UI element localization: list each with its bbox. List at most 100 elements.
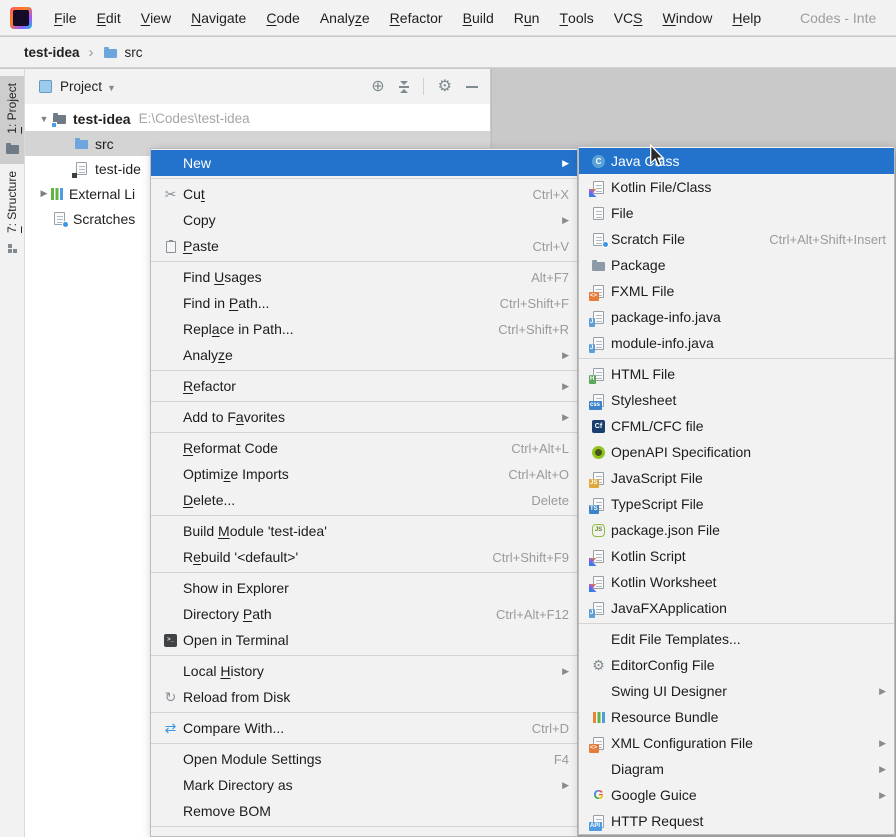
chevron-down-icon[interactable]: ▼ — [107, 83, 116, 93]
menubar-help[interactable]: Help — [722, 0, 771, 36]
menu-item-resource-bundle[interactable]: Resource Bundle — [579, 704, 894, 730]
menu-item-http-request[interactable]: APIHTTP Request — [579, 808, 894, 834]
menu-item-javascript-file[interactable]: JSJavaScript File — [579, 465, 894, 491]
menu-item-label: Open Module Settings — [183, 751, 322, 767]
menu-item-kotlin-script[interactable]: Kotlin Script — [579, 543, 894, 569]
menu-item-new[interactable]: New▶ — [151, 150, 577, 176]
menubar-view[interactable]: View — [131, 0, 181, 36]
menu-item-shortcut: Ctrl+V — [515, 239, 569, 254]
menu-item-label: Reformat Code — [183, 440, 278, 456]
menu-item-cfml-cfc-file[interactable]: CfCFML/CFC file — [579, 413, 894, 439]
hide-panel-icon[interactable] — [466, 86, 478, 88]
collapsed-arrow-icon[interactable]: ▶ — [37, 188, 51, 199]
menu-item-kotlin-worksheet[interactable]: Kotlin Worksheet — [579, 569, 894, 595]
menu-item-refactor[interactable]: Refactor▶ — [151, 373, 577, 399]
locate-icon[interactable]: ⊕ — [371, 79, 384, 95]
menu-item-label: Refactor — [183, 378, 236, 394]
menubar-edit[interactable]: Edit — [87, 0, 131, 36]
menu-item-label: Find in Path... — [183, 295, 269, 311]
menu-item-xml-configuration-file[interactable]: <>XML Configuration File▶ — [579, 730, 894, 756]
menu-item-java-class[interactable]: CJava Class — [579, 148, 894, 174]
tree-item-label: test-ide — [95, 161, 141, 177]
menu-item-module-info-java[interactable]: Jmodule-info.java — [579, 330, 894, 356]
tool-window-button-1-project[interactable]: 1: Project — [0, 76, 24, 164]
menubar-refactor[interactable]: Refactor — [380, 0, 453, 36]
menu-item-openapi-specification[interactable]: OpenAPI Specification — [579, 439, 894, 465]
menu-item-stylesheet[interactable]: cssStylesheet — [579, 387, 894, 413]
menu-item-build-module-test-idea[interactable]: Build Module 'test-idea' — [151, 518, 577, 544]
tree-item-test-idea[interactable]: ▼test-ideaE:\Codes\test-idea — [25, 106, 490, 131]
menu-item-label: JavaFXApplication — [611, 600, 727, 616]
menu-item-package-info-java[interactable]: Jpackage-info.java — [579, 304, 894, 330]
menu-item-google-guice[interactable]: GGoogle Guice▶ — [579, 782, 894, 808]
menu-item-package-json-file[interactable]: JSpackage.json File — [579, 517, 894, 543]
menu-item-swing-ui-designer[interactable]: Swing UI Designer▶ — [579, 678, 894, 704]
menu-item-label: Directory Path — [183, 606, 272, 622]
menu-item-compare-with[interactable]: ⇄Compare With...Ctrl+D — [151, 715, 577, 741]
menu-item-find-usages[interactable]: Find UsagesAlt+F7 — [151, 264, 577, 290]
menu-item-javafxapplication[interactable]: JJavaFXApplication — [579, 595, 894, 621]
mouse-cursor — [648, 144, 666, 168]
menu-item-create-gist[interactable]: Create Gist... — [151, 829, 577, 837]
menu-item-fxml-file[interactable]: <>FXML File — [579, 278, 894, 304]
menu-separator — [579, 623, 894, 624]
menu-item-directory-path[interactable]: Directory Path Ctrl+Alt+F12 — [151, 601, 577, 627]
menu-item-diagram[interactable]: Diagram▶ — [579, 756, 894, 782]
menu-item-shortcut: Ctrl+Alt+F12 — [478, 607, 569, 622]
gear-icon[interactable]: ⚙ — [438, 79, 452, 95]
menu-item-analyze[interactable]: Analyze▶ — [151, 342, 577, 368]
menu-item-package[interactable]: Package — [579, 252, 894, 278]
menu-item-scratch-file[interactable]: Scratch FileCtrl+Alt+Shift+Insert — [579, 226, 894, 252]
menubar-vcs[interactable]: VCS — [604, 0, 653, 36]
menu-item-open-in-terminal[interactable]: >_Open in Terminal — [151, 627, 577, 653]
menu-item-mark-directory-as[interactable]: Mark Directory as▶ — [151, 772, 577, 798]
menu-item-cut[interactable]: ✂CutCtrl+X — [151, 181, 577, 207]
menu-item-file[interactable]: File — [579, 200, 894, 226]
collapse-all-icon[interactable] — [399, 81, 409, 93]
submenu-arrow-icon: ▶ — [550, 215, 569, 226]
breadcrumb-item-src[interactable]: src — [125, 45, 143, 60]
menubar-window[interactable]: Window — [653, 0, 723, 36]
menu-item-copy[interactable]: Copy▶ — [151, 207, 577, 233]
menu-item-reformat-code[interactable]: Reformat CodeCtrl+Alt+L — [151, 435, 577, 461]
expanded-arrow-icon[interactable]: ▼ — [37, 114, 51, 124]
menu-item-paste[interactable]: PasteCtrl+V — [151, 233, 577, 259]
menu-item-html-file[interactable]: HHTML File — [579, 361, 894, 387]
icon-gutter: Cf — [586, 420, 611, 433]
menu-item-add-to-favorites[interactable]: Add to Favorites▶ — [151, 404, 577, 430]
menu-item-kotlin-file-class[interactable]: Kotlin File/Class — [579, 174, 894, 200]
menu-item-typescript-file[interactable]: TSTypeScript File — [579, 491, 894, 517]
menu-item-replace-in-path[interactable]: Replace in Path...Ctrl+Shift+R — [151, 316, 577, 342]
menu-item-delete[interactable]: Delete...Delete — [151, 487, 577, 513]
menu-item-show-in-explorer[interactable]: Show in Explorer — [151, 575, 577, 601]
menubar-build[interactable]: Build — [453, 0, 504, 36]
panel-title[interactable]: Project — [60, 79, 102, 94]
menu-item-local-history[interactable]: Local History▶ — [151, 658, 577, 684]
menubar-code[interactable]: Code — [256, 0, 309, 36]
menu-item-shortcut: Ctrl+Alt+Shift+Insert — [751, 232, 886, 247]
tree-item-path: E:\Codes\test-idea — [139, 111, 250, 126]
icon-gutter: G — [586, 787, 611, 803]
breadcrumb-project[interactable]: test-idea — [24, 45, 80, 60]
javafile-icon: J — [591, 309, 607, 325]
submenu-arrow-icon: ▶ — [550, 350, 569, 361]
icon-gutter: ⇄ — [158, 720, 183, 736]
menu-item-rebuild-default[interactable]: Rebuild '<default>'Ctrl+Shift+F9 — [151, 544, 577, 570]
menubar-file[interactable]: File — [44, 0, 87, 36]
menubar-tools[interactable]: Tools — [549, 0, 603, 36]
menu-item-label: Kotlin Worksheet — [611, 574, 717, 590]
menu-item-reload-from-disk[interactable]: ↻Reload from Disk — [151, 684, 577, 710]
menu-item-editorconfig-file[interactable]: ⚙EditorConfig File — [579, 652, 894, 678]
intellij-logo-icon — [10, 7, 32, 29]
menu-item-find-in-path[interactable]: Find in Path...Ctrl+Shift+F — [151, 290, 577, 316]
menu-item-label: Local History — [183, 663, 264, 679]
menubar-navigate[interactable]: Navigate — [181, 0, 256, 36]
tool-window-button-7-structure[interactable]: 7: Structure — [0, 164, 24, 263]
menu-item-remove-bom[interactable]: Remove BOM — [151, 798, 577, 824]
menu-separator — [151, 370, 577, 371]
menubar-analyze[interactable]: Analyze — [310, 0, 380, 36]
menubar-run[interactable]: Run — [504, 0, 550, 36]
menu-item-open-module-settings[interactable]: Open Module SettingsF4 — [151, 746, 577, 772]
menu-item-optimize-imports[interactable]: Optimize ImportsCtrl+Alt+O — [151, 461, 577, 487]
menu-item-edit-file-templates[interactable]: Edit File Templates... — [579, 626, 894, 652]
